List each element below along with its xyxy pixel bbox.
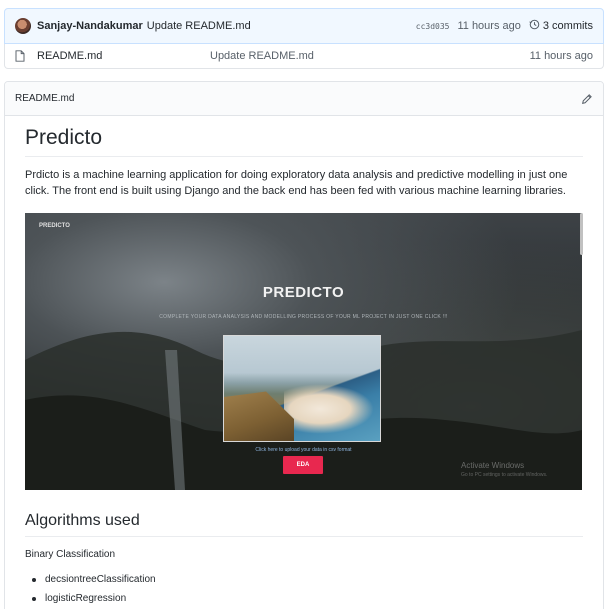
commit-age: 11 hours ago [457, 20, 521, 32]
avatar[interactable] [15, 18, 31, 34]
latest-commit-bar: Sanjay-Nandakumar Update README.md cc3d0… [4, 8, 604, 44]
readme-article: Predicto Prdicto is a machine learning a… [5, 116, 603, 609]
binary-classification-label: Binary Classification [25, 549, 116, 560]
file-name-link[interactable]: README.md [37, 50, 210, 62]
readme-container: README.md Predicto Prdicto is a machine … [4, 81, 604, 609]
history-icon [529, 19, 540, 33]
scrollbar-thumb[interactable] [580, 213, 583, 255]
algorithms-list: decsiontreeClassification logisticRegres… [25, 574, 583, 609]
list-item: decsiontreeClassification [25, 574, 583, 593]
file-commit-message-link[interactable]: Update README.md [210, 50, 314, 62]
screenshot-heading: PREDICTO [262, 284, 345, 301]
file-row: README.md Update README.md 11 hours ago [4, 44, 604, 69]
commits-count: 3 commits [542, 20, 593, 32]
readme-title: Predicto [25, 126, 583, 157]
pencil-icon[interactable] [581, 93, 593, 105]
screenshot-subtitle: COMPLETE YOUR DATA ANALYSIS AND MODELLIN… [159, 314, 448, 320]
readme-description: Prdicto is a machine learning applicatio… [25, 169, 568, 197]
commit-meta: cc3d035 11 hours ago 3 commits [416, 19, 593, 33]
commit-sha-link[interactable]: cc3d035 [416, 22, 450, 31]
readme-header: README.md [5, 82, 603, 116]
commit-message-link[interactable]: Update README.md [147, 20, 251, 32]
beach-shape [284, 384, 374, 434]
list-item: logisticRegression [25, 593, 583, 609]
app-screenshot-image[interactable]: PREDICTO PREDICTO COMPLETE YOUR DATA ANA… [25, 213, 582, 490]
file-age: 11 hours ago [529, 50, 593, 62]
screenshot-coast-photo [223, 335, 381, 442]
screenshot-watermark: Activate Windows [461, 461, 525, 470]
screenshot-eda-button: EDA [283, 456, 323, 474]
readme-header-title: README.md [15, 93, 75, 104]
commit-history-link[interactable]: 3 commits [529, 19, 593, 33]
algorithms-heading: Algorithms used [25, 512, 583, 537]
file-icon [15, 50, 25, 62]
screenshot-watermark-sub: Go to PC settings to activate Windows. [461, 472, 548, 478]
screenshot-logo: PREDICTO [39, 223, 70, 229]
screenshot-upload-text: Click here to upload your data in csv fo… [255, 447, 352, 453]
commit-author-link[interactable]: Sanjay-Nandakumar [37, 20, 143, 32]
